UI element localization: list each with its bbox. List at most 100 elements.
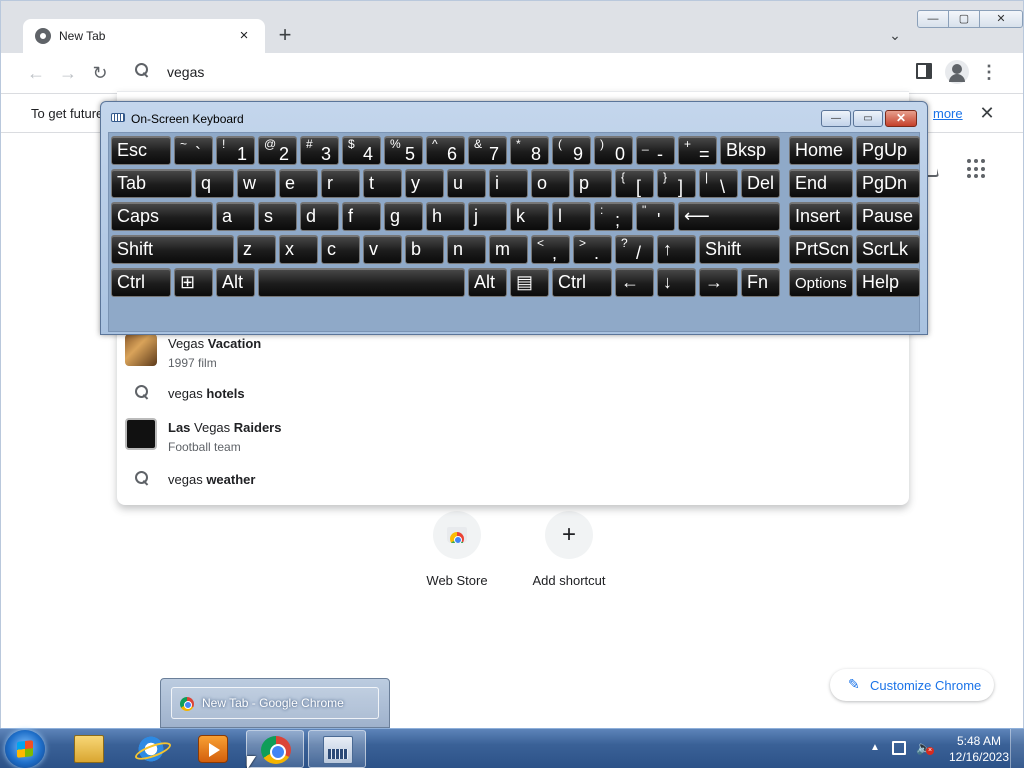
key-[interactable]: ↑ [657, 235, 696, 264]
key-e[interactable]: e [279, 169, 318, 198]
info-bar-close-icon[interactable]: ✕ [977, 102, 997, 124]
key-u[interactable]: u [447, 169, 486, 198]
key-[interactable]: ~ ` [174, 136, 213, 165]
key-1[interactable]: ! 1 [216, 136, 255, 165]
key-insert[interactable]: Insert [789, 202, 853, 231]
key-pause[interactable]: Pause [856, 202, 920, 231]
key-ctrl[interactable]: Ctrl [111, 268, 171, 297]
taskbar-windows-explorer[interactable] [60, 730, 118, 768]
key-3[interactable]: #3 [300, 136, 339, 165]
osk-close-button[interactable]: ✕ [885, 110, 917, 127]
key-v[interactable]: v [363, 235, 402, 264]
network-icon[interactable] [892, 741, 906, 755]
suggestion-vegas-weather[interactable]: vegas weather [117, 458, 909, 500]
maximize-button[interactable]: ▢ [949, 11, 980, 27]
key-i[interactable]: i [489, 169, 528, 198]
osk-title-bar[interactable]: On-Screen Keyboard — ▭ ✕ [101, 102, 927, 134]
close-window-button[interactable]: ✕ [980, 11, 1022, 27]
key-s[interactable]: s [258, 202, 297, 231]
key-[interactable]: {[ [615, 169, 654, 198]
show-hidden-icons-icon[interactable]: ▲ [870, 742, 880, 753]
key-[interactable]: :; [594, 202, 633, 231]
tab-new-tab[interactable]: New Tab × [23, 19, 265, 53]
clock-date[interactable]: 12/16/2023 [942, 750, 1016, 764]
key-l[interactable]: l [552, 202, 591, 231]
key-shift[interactable]: Shift [111, 235, 234, 264]
key-9[interactable]: (9 [552, 136, 591, 165]
omnibox[interactable] [117, 53, 909, 91]
key-alt[interactable]: Alt [216, 268, 255, 297]
omnibox-input[interactable] [167, 62, 767, 82]
key-f[interactable]: f [342, 202, 381, 231]
key-8[interactable]: * 8 [510, 136, 549, 165]
back-button[interactable]: ← [25, 62, 47, 84]
info-bar-learn-more-link[interactable]: more [933, 106, 963, 121]
key-p[interactable]: p [573, 169, 612, 198]
key-[interactable]: <, [531, 235, 570, 264]
key-shift[interactable]: Shift [699, 235, 780, 264]
key-space[interactable] [258, 268, 465, 297]
key-r[interactable]: r [321, 169, 360, 198]
taskbar-media-player[interactable] [184, 730, 242, 768]
key-[interactable]: | \ [699, 169, 738, 198]
key-home[interactable]: Home [789, 136, 853, 165]
start-button[interactable] [5, 730, 45, 768]
key-g[interactable]: g [384, 202, 423, 231]
key-scrlk[interactable]: ScrLk [856, 235, 920, 264]
profile-avatar[interactable] [945, 60, 969, 84]
key-n[interactable]: n [447, 235, 486, 264]
key-[interactable]: " ' [636, 202, 675, 231]
key-7[interactable]: & 7 [468, 136, 507, 165]
key-[interactable]: ▤ [510, 268, 549, 297]
key-j[interactable]: j [468, 202, 507, 231]
key-del[interactable]: Del [741, 169, 780, 198]
key-4[interactable]: $4 [342, 136, 381, 165]
key-bksp[interactable]: Bksp [720, 136, 780, 165]
suggestion-vegas-hotels[interactable]: vegas hotels [117, 372, 909, 414]
key-0[interactable]: ) 0 [594, 136, 633, 165]
osk-minimize-button[interactable]: — [821, 110, 851, 127]
key-ctrl[interactable]: Ctrl [552, 268, 612, 297]
shortcut-web-store[interactable]: Web Store [402, 507, 512, 597]
chrome-menu-icon[interactable]: ⋮ [979, 61, 999, 83]
key-caps[interactable]: Caps [111, 202, 213, 231]
key-prtscn[interactable]: PrtScn [789, 235, 853, 264]
key-[interactable]: ↓ [657, 268, 696, 297]
tab-search-chevron-icon[interactable]: ⌄ [885, 25, 905, 45]
key-o[interactable]: o [531, 169, 570, 198]
osk-restore-button[interactable]: ▭ [853, 110, 883, 127]
key-pgup[interactable]: PgUp [856, 136, 920, 165]
suggestion-las-vegas-raiders[interactable]: Las Vegas Raiders Football team [117, 414, 909, 456]
key-x[interactable]: x [279, 235, 318, 264]
key-[interactable]: _ - [636, 136, 675, 165]
key-[interactable]: → [699, 268, 738, 297]
key-6[interactable]: ^ 6 [426, 136, 465, 165]
key-c[interactable]: c [321, 235, 360, 264]
key-help[interactable]: Help [856, 268, 920, 297]
key-z[interactable]: z [237, 235, 276, 264]
key-m[interactable]: m [489, 235, 528, 264]
key-2[interactable]: @2 [258, 136, 297, 165]
key-end[interactable]: End [789, 169, 853, 198]
key-fn[interactable]: Fn [741, 268, 780, 297]
shortcut-add[interactable]: + Add shortcut [514, 507, 624, 597]
key-[interactable]: + = [678, 136, 717, 165]
google-apps-icon[interactable] [967, 159, 987, 179]
forward-button[interactable]: → [57, 62, 79, 84]
key-q[interactable]: q [195, 169, 234, 198]
key-alt[interactable]: Alt [468, 268, 507, 297]
key-pgdn[interactable]: PgDn [856, 169, 920, 198]
key-5[interactable]: % 5 [384, 136, 423, 165]
key-d[interactable]: d [300, 202, 339, 231]
tab-close-icon[interactable]: × [235, 27, 253, 45]
key-options[interactable]: Options [789, 268, 853, 297]
key-k[interactable]: k [510, 202, 549, 231]
key-a[interactable]: a [216, 202, 255, 231]
key-b[interactable]: b [405, 235, 444, 264]
key-tab[interactable]: Tab [111, 169, 192, 198]
key-esc[interactable]: Esc [111, 136, 171, 165]
key-[interactable]: ← [615, 268, 654, 297]
clock-time[interactable]: 5:48 AM [942, 734, 1016, 748]
key-t[interactable]: t [363, 169, 402, 198]
key-w[interactable]: w [237, 169, 276, 198]
